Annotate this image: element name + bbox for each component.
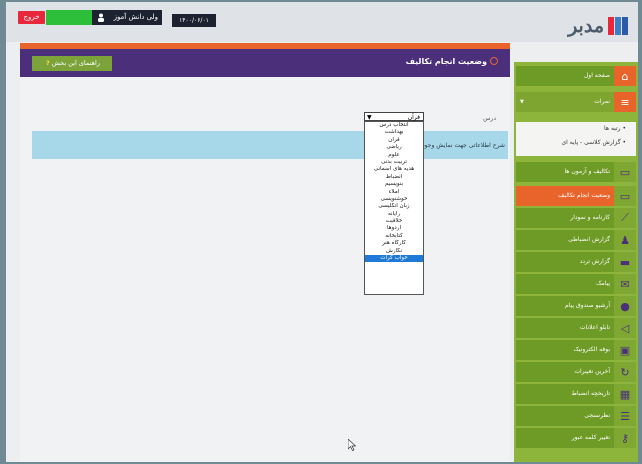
sidebar-item-label: بوفه الکترونیک <box>516 340 614 360</box>
top-bar: خروج ولی دانش آموز ۱۴۰۰/۰۶/۰۱ مدبر <box>6 2 638 42</box>
page-title-text: وضعیت انجام تکالیف <box>405 57 487 66</box>
sidebar-item-label: وضعیت انجام تکالیف <box>516 186 614 206</box>
sidebar: رتبه ها گزارش کلاسی - پایه ای صفحه اول⌂▼… <box>514 62 638 462</box>
sidebar-item[interactable]: تابلو اعلانات ◁ <box>516 318 636 338</box>
app-logo[interactable]: مدبر <box>568 11 628 41</box>
status-indicator <box>46 10 92 25</box>
help-button[interactable]: ? راهنمای این بخش <box>32 56 112 71</box>
course-dropdown-list: انتخاب درس بهداشت قرآن ریاضی علوم تربیت بدنی ه… <box>364 121 424 295</box>
page-title: وضعیت انجام تکالیف <box>406 57 498 66</box>
course-select[interactable]: ▼ قرآن <box>364 112 424 121</box>
grades-submenu: رتبه ها گزارش کلاسی - پایه ای <box>516 122 636 156</box>
key-icon: ⚷ <box>614 428 636 448</box>
chart-icon: ⟋ <box>614 208 636 228</box>
grades-icon: ≡ <box>614 92 636 112</box>
person-icon: ♟ <box>614 230 636 250</box>
dropdown-option[interactable]: زبان انگلیسی <box>365 203 423 210</box>
book-icon: ▭ <box>614 186 636 206</box>
dropdown-option[interactable]: خواب کرات <box>365 255 423 263</box>
dropdown-option[interactable]: املاء <box>365 189 423 196</box>
submenu-item[interactable]: گزارش کلاسی - پایه ای <box>516 136 636 150</box>
sidebar-item[interactable]: تکالیف و آزمون ها ▭ <box>516 162 636 182</box>
submenu-item[interactable]: رتبه ها <box>516 122 636 136</box>
chat-icon: ● <box>614 296 636 316</box>
question-icon: ? <box>45 59 50 67</box>
shop-icon: ▣ <box>614 340 636 360</box>
dropdown-option[interactable]: بهداشت <box>365 129 423 136</box>
dropdown-option[interactable]: اردوها <box>365 225 423 232</box>
megaphone-icon: ◁ <box>614 318 636 338</box>
sidebar-item-label: صفحه اول <box>516 66 614 86</box>
sidebar-item-label: گزارش تردد <box>516 252 614 272</box>
dropdown-option[interactable]: هدیه های آسمانی <box>365 166 423 173</box>
sidebar-item-label: ▼ نمرات <box>516 92 614 112</box>
book-icon: ▭ <box>614 162 636 182</box>
books-logo-icon <box>608 17 628 35</box>
sidebar-item[interactable]: پیامک ✉ <box>516 274 636 294</box>
refresh-icon: ↻ <box>614 362 636 382</box>
sidebar-item[interactable]: گزارش تردد ▬ <box>516 252 636 272</box>
course-selected-value: قرآن <box>407 114 420 121</box>
dropdown-option[interactable]: بنویسیم <box>365 181 423 188</box>
list-icon: ☰ <box>614 406 636 426</box>
sidebar-item[interactable]: بوفه الکترونیک ▣ <box>516 340 636 360</box>
dropdown-option[interactable]: خلاقیت <box>365 218 423 225</box>
main-content: درس شرح اطلاعاتی جهت نمایش وجود ندارد ▼ … <box>20 77 510 462</box>
sidebar-item-label: نظرسنجی <box>516 406 614 426</box>
chevron-down-icon: ▼ <box>520 99 524 105</box>
user-menu[interactable]: ولی دانش آموز <box>92 10 162 25</box>
sidebar-item-label: تاریخچه انضباط <box>516 384 614 404</box>
mail-icon: ✉ <box>614 274 636 294</box>
dropdown-option[interactable]: کارگاه هنر <box>365 240 423 247</box>
sidebar-item[interactable]: صفحه اول ⌂ <box>516 66 636 86</box>
logo-text: مدبر <box>568 15 604 37</box>
app-screen: خروج ولی دانش آموز ۱۴۰۰/۰۶/۰۱ مدبر ? راه… <box>6 2 638 462</box>
sidebar-item[interactable]: آخرین تغییرات ↻ <box>516 362 636 382</box>
dropdown-option[interactable]: کتابخانه <box>365 233 423 240</box>
exit-button[interactable]: خروج <box>18 11 45 24</box>
sidebar-item-label: تغییر کلمه عبور <box>516 428 614 448</box>
dropdown-option[interactable]: ریاضی <box>365 144 423 151</box>
course-label: درس <box>483 115 496 122</box>
home-icon: ⌂ <box>614 66 636 86</box>
dropdown-option[interactable]: انضباط <box>365 174 423 181</box>
date-badge: ۱۴۰۰/۰۶/۰۱ <box>172 14 216 27</box>
help-label: راهنمای این بخش <box>51 59 100 67</box>
sidebar-item[interactable]: گزارش انضباطی ♟ <box>516 230 636 250</box>
card-icon: ▬ <box>614 252 636 272</box>
sidebar-item[interactable]: کارنامه و نمودار ⟋ <box>516 208 636 228</box>
sidebar-item-label: گزارش انضباطی <box>516 230 614 250</box>
sidebar-item[interactable]: آرشیو صندوق پیام ● <box>516 296 636 316</box>
user-icon <box>98 13 104 22</box>
page-header: ? راهنمای این بخش وضعیت انجام تکالیف <box>20 49 510 77</box>
sidebar-item[interactable]: ▼ نمرات ≡ <box>516 92 636 112</box>
sidebar-item[interactable]: وضعیت انجام تکالیف ▭ <box>516 186 636 206</box>
sidebar-item[interactable]: تغییر کلمه عبور ⚷ <box>516 428 636 448</box>
mouse-cursor-icon <box>348 439 356 451</box>
sidebar-item-label: پیامک <box>516 274 614 294</box>
sidebar-item-label: تکالیف و آزمون ها <box>516 162 614 182</box>
dropdown-option[interactable]: انتخاب درس <box>365 122 423 129</box>
dropdown-option[interactable]: نگارش <box>365 248 423 255</box>
sidebar-item[interactable]: نظرسنجی ☰ <box>516 406 636 426</box>
sidebar-item-label: تابلو اعلانات <box>516 318 614 338</box>
sidebar-item[interactable]: تاریخچه انضباط ▦ <box>516 384 636 404</box>
info-banner: شرح اطلاعاتی جهت نمایش وجود ندارد <box>32 131 508 159</box>
circle-icon <box>490 57 498 65</box>
dropdown-option[interactable]: قرآن <box>365 137 423 144</box>
dropdown-option[interactable]: تربیت بدنی <box>365 159 423 166</box>
user-name: ولی دانش آموز <box>113 13 158 21</box>
sidebar-item-label: آخرین تغییرات <box>516 362 614 382</box>
dropdown-option[interactable]: خوشنویسی <box>365 196 423 203</box>
dropdown-option[interactable]: علوم <box>365 152 423 159</box>
sidebar-item-label: آرشیو صندوق پیام <box>516 296 614 316</box>
sidebar-item-label: کارنامه و نمودار <box>516 208 614 228</box>
calendar-icon: ▦ <box>614 384 636 404</box>
dropdown-option[interactable]: رایانه <box>365 211 423 218</box>
